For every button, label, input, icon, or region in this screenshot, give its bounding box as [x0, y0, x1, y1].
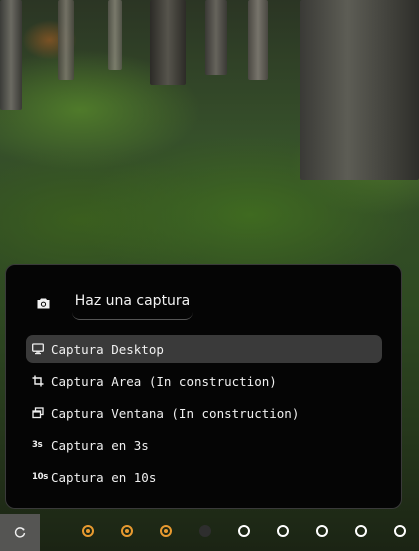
- workspace-3-indicator[interactable]: [160, 525, 172, 537]
- screenshot-menu: Haz una captura Captura Desktop Captura …: [5, 264, 402, 509]
- item-label: Captura Desktop: [51, 341, 164, 357]
- launcher-icon: [14, 526, 26, 538]
- monitor-icon: [32, 342, 47, 356]
- workspace-2-indicator[interactable]: [121, 525, 133, 537]
- timer-10s-icon: 10s: [32, 472, 48, 482]
- taskbar: [0, 514, 419, 551]
- crop-icon: [32, 374, 47, 388]
- workspace-7-indicator[interactable]: [316, 525, 328, 537]
- tree-trunk: [0, 0, 22, 110]
- capture-3s-item[interactable]: 3s Captura en 3s: [26, 431, 382, 459]
- timer-3s-icon: 3s: [32, 440, 43, 450]
- camera-icon-glyph: [37, 298, 49, 308]
- tree-trunk: [300, 0, 419, 180]
- tree-trunk: [205, 0, 227, 75]
- workspace-5-indicator[interactable]: [238, 525, 250, 537]
- workspace-4-indicator[interactable]: [199, 525, 211, 537]
- window-icon: [32, 406, 47, 420]
- capture-options-list: Captura Desktop Captura Area (In constru…: [26, 335, 382, 495]
- tree-trunk: [150, 0, 186, 85]
- workspace-8-indicator[interactable]: [355, 525, 367, 537]
- capture-area-item[interactable]: Captura Area (In construction): [26, 367, 382, 395]
- item-label: Captura en 3s: [51, 437, 149, 453]
- item-label: Captura Ventana (In construction): [51, 405, 300, 421]
- tree-trunk: [108, 0, 122, 70]
- workspace-6-indicator[interactable]: [277, 525, 289, 537]
- launcher-button[interactable]: [0, 514, 40, 551]
- workspace-1-indicator[interactable]: [82, 525, 94, 537]
- item-label: Captura Area (In construction): [51, 373, 277, 389]
- tree-trunk: [58, 0, 74, 80]
- capture-desktop-item[interactable]: Captura Desktop: [26, 335, 382, 363]
- workspace-9-indicator[interactable]: [394, 525, 406, 537]
- camera-icon[interactable]: [31, 293, 55, 313]
- capture-10s-item[interactable]: 10s Captura en 10s: [26, 463, 382, 491]
- take-screenshot-button[interactable]: Haz una captura: [72, 285, 193, 320]
- capture-window-item[interactable]: Captura Ventana (In construction): [26, 399, 382, 427]
- item-label: Captura en 10s: [51, 469, 157, 485]
- tree-trunk: [248, 0, 268, 80]
